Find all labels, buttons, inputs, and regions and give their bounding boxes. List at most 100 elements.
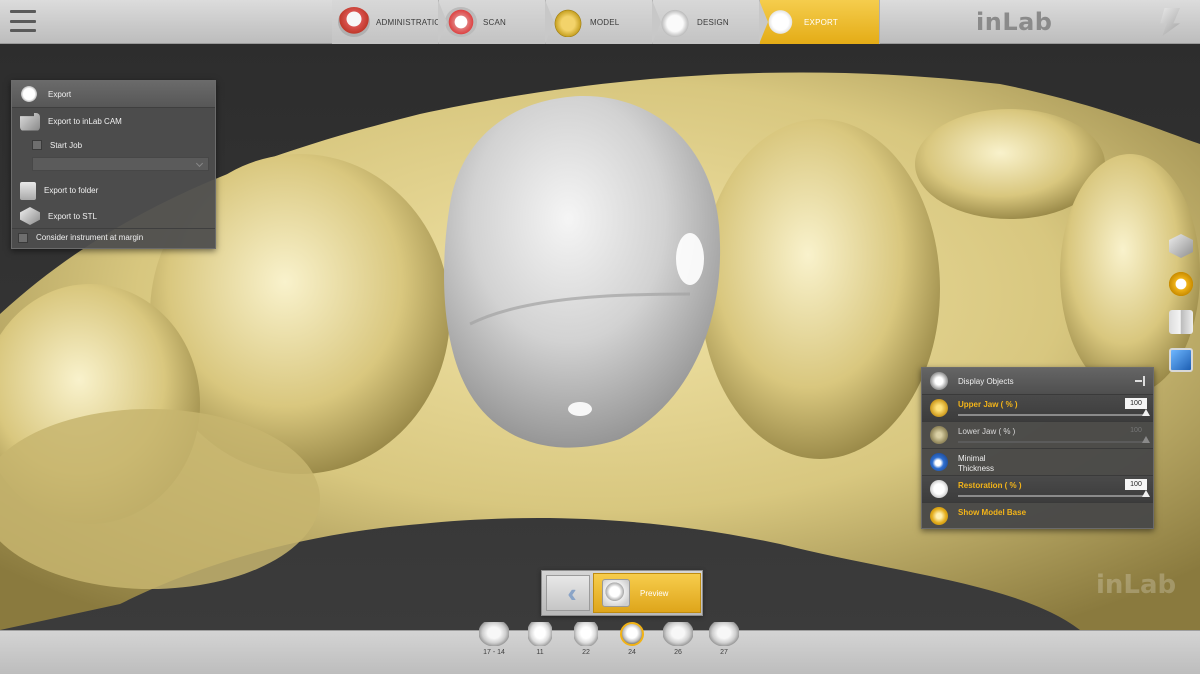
export-panel: Export Export to inLab CAM Start Job Exp… [11, 80, 216, 249]
display-objects-panel: Display Objects Upper Jaw ( % ) 100 Lowe… [921, 367, 1154, 529]
step-label: EXPORT [804, 17, 838, 27]
tooth-icon [663, 622, 693, 646]
cam-icon [20, 112, 40, 131]
workflow-steps: ADMINISTRATION SCAN MODEL DESIGN EXPORT [332, 0, 880, 44]
watermark-logo: inLab [1096, 570, 1177, 600]
consider-margin-row[interactable]: Consider instrument at margin [12, 228, 215, 246]
display-objects-icon[interactable] [1169, 272, 1193, 296]
tooth-number: 17 - 14 [483, 649, 505, 656]
export-panel-header: Export [12, 81, 215, 108]
lower-jaw-row[interactable]: Lower Jaw ( % ) 100 [922, 422, 1153, 449]
top-toolbar: ADMINISTRATION SCAN MODEL DESIGN EXPORT … [0, 0, 1200, 44]
folder-icon [20, 181, 36, 200]
tooth-icon [528, 622, 552, 646]
model-base-icon [930, 507, 948, 525]
export-to-cam-button[interactable]: Export to inLab CAM [12, 108, 215, 135]
stl-icon [20, 207, 40, 225]
export-to-stl-button[interactable]: Export to STL [12, 204, 215, 228]
back-button[interactable]: ‹‹ [546, 575, 590, 611]
tooth-item[interactable]: 17 - 14 [472, 622, 516, 666]
start-job-checkbox[interactable] [32, 140, 42, 150]
tooth-icon [709, 622, 739, 646]
step-label: MODEL [590, 17, 620, 27]
start-job-label: Start Job [50, 140, 83, 150]
upper-jaw-label: Upper Jaw ( % ) [958, 400, 1018, 409]
tooth-number: 27 [720, 649, 728, 656]
preview-icon [602, 579, 630, 607]
slider-handle[interactable] [1142, 436, 1150, 443]
restoration-label: Restoration ( % ) [958, 481, 1022, 490]
model-icon [552, 7, 584, 37]
display-objects-header: Display Objects [922, 368, 1153, 395]
export-to-folder-label: Export to folder [44, 186, 99, 195]
export-icon [20, 85, 40, 103]
step-navigation: ‹‹ Preview [541, 570, 703, 616]
tooth-item[interactable]: 26 [656, 622, 700, 666]
tooth-item[interactable]: 27 [702, 622, 746, 666]
tooth-icon [620, 622, 644, 646]
tooth-list: 17 - 14 11 22 24 26 27 [472, 622, 746, 666]
consider-margin-label: Consider instrument at margin [36, 233, 144, 242]
minimal-thickness-icon [930, 453, 948, 471]
export-icon [766, 7, 798, 37]
lower-jaw-label: Lower Jaw ( % ) [958, 427, 1016, 436]
upper-jaw-value[interactable]: 100 [1125, 398, 1147, 409]
app-logo: inLab [976, 8, 1053, 36]
view-toolbar [1169, 234, 1195, 372]
export-to-stl-label: Export to STL [48, 211, 97, 221]
tooth-number: 24 [628, 649, 636, 656]
pin-icon[interactable] [1135, 376, 1145, 386]
machine-dropdown[interactable] [32, 157, 209, 171]
panel-title: Export [48, 89, 72, 99]
upper-jaw-row[interactable]: Upper Jaw ( % ) 100 [922, 395, 1153, 422]
tooth-number: 11 [536, 649, 544, 656]
panel-title: Display Objects [958, 376, 1014, 386]
minimal-thickness-row[interactable]: Minimal Thickness [922, 449, 1153, 476]
display-objects-icon [930, 372, 948, 390]
step-label: ADMINISTRATION [376, 17, 447, 27]
preview-button[interactable]: Preview [593, 573, 701, 613]
export-to-folder-button[interactable]: Export to folder [12, 177, 215, 204]
upper-jaw-slider[interactable] [958, 409, 1150, 416]
tooth-item-selected[interactable]: 24 [610, 622, 654, 666]
tooth-item[interactable]: 22 [564, 622, 608, 666]
export-to-cam-label: Export to inLab CAM [48, 117, 122, 126]
step-scan[interactable]: SCAN [439, 0, 554, 44]
administration-icon [338, 7, 370, 37]
slider-handle[interactable] [1142, 490, 1150, 497]
step-export[interactable]: EXPORT [760, 0, 880, 44]
lower-jaw-value[interactable]: 100 [1125, 425, 1147, 436]
restoration-slider[interactable] [958, 490, 1150, 497]
step-label: DESIGN [697, 17, 729, 27]
tooth-number: 22 [582, 649, 590, 656]
lower-jaw-icon [930, 426, 948, 444]
step-design[interactable]: DESIGN [653, 0, 768, 44]
restoration-icon [930, 480, 948, 498]
design-icon [659, 7, 691, 37]
slider-handle[interactable] [1142, 409, 1150, 416]
show-model-base-row[interactable]: Show Model Base [922, 503, 1153, 530]
restoration-value[interactable]: 100 [1125, 479, 1147, 490]
screenshot-icon[interactable] [1169, 348, 1193, 372]
step-label: SCAN [483, 17, 507, 27]
show-model-base-label: Show Model Base [958, 508, 1027, 517]
step-model[interactable]: MODEL [546, 0, 661, 44]
view-cube-icon[interactable] [1169, 234, 1193, 258]
upper-jaw-icon [930, 399, 948, 417]
tooth-icon [574, 622, 598, 646]
scan-icon [445, 7, 477, 37]
tooth-item[interactable]: 11 [518, 622, 562, 666]
double-chevron-left-icon: ‹‹ [567, 577, 579, 608]
preview-label: Preview [640, 588, 669, 598]
flag-icon[interactable] [1160, 8, 1180, 36]
tooth-number: 26 [674, 649, 682, 656]
consider-margin-checkbox[interactable] [18, 232, 28, 243]
restoration-row[interactable]: Restoration ( % ) 100 [922, 476, 1153, 503]
step-administration[interactable]: ADMINISTRATION [332, 0, 447, 44]
bridge-icon [479, 622, 509, 646]
minimal-thickness-label: Minimal Thickness [958, 454, 995, 473]
menu-icon[interactable] [10, 10, 36, 32]
start-job-row[interactable]: Start Job [12, 135, 215, 155]
lower-jaw-slider[interactable] [958, 436, 1150, 443]
book-icon[interactable] [1169, 310, 1193, 334]
